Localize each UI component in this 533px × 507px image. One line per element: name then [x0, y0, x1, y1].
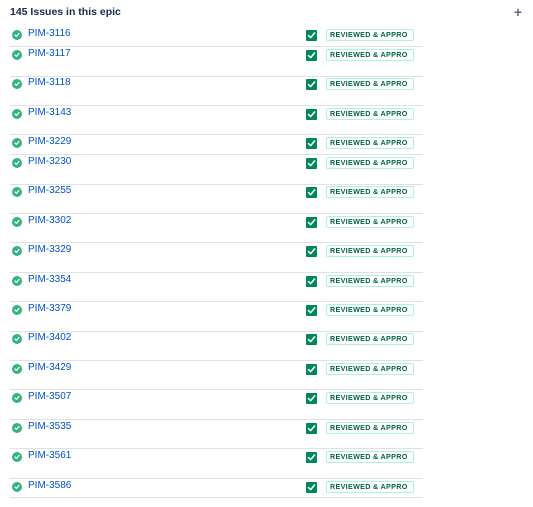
checkbox-checked-icon[interactable] [306, 109, 317, 120]
issue-row[interactable]: PIM-3507 REVIEWED & APPRO [0, 390, 533, 410]
status-lozenge[interactable]: REVIEWED & APPRO [326, 29, 414, 41]
status-lozenge[interactable]: REVIEWED & APPRO [326, 186, 414, 198]
check-circle-icon [12, 393, 22, 403]
issue-key-link[interactable]: PIM-3379 [28, 303, 71, 314]
issue-key-link[interactable]: PIM-3402 [28, 332, 71, 343]
checkbox-checked-icon[interactable] [306, 30, 317, 41]
issue-key-link[interactable]: PIM-3302 [28, 215, 71, 226]
issue-key-link[interactable]: PIM-3255 [28, 185, 71, 196]
issue-row[interactable]: PIM-3302 REVIEWED & APPRO [0, 214, 533, 234]
checkbox-checked-icon[interactable] [306, 79, 317, 90]
check-circle-icon [12, 364, 22, 374]
check-circle-icon [12, 138, 22, 148]
status-lozenge[interactable]: REVIEWED & APPRO [326, 304, 414, 316]
epic-issues-title: 145 Issues in this epic [10, 6, 121, 18]
issue-row[interactable]: PIM-3255 REVIEWED & APPRO [0, 184, 533, 204]
check-circle-icon [12, 217, 22, 227]
issue-key-link[interactable]: PIM-3507 [28, 391, 71, 402]
checkbox-checked-icon[interactable] [306, 276, 317, 287]
check-circle-icon [12, 30, 22, 40]
issue-key-link[interactable]: PIM-3230 [28, 156, 71, 167]
issue-row[interactable]: PIM-3402 REVIEWED & APPRO [0, 331, 533, 351]
checkbox-checked-icon[interactable] [306, 305, 317, 316]
issue-key-link[interactable]: PIM-3586 [28, 480, 71, 491]
issue-row[interactable]: PIM-3117 REVIEWED & APPRO [0, 47, 533, 67]
issue-key-link[interactable]: PIM-3229 [28, 136, 71, 147]
issue-row[interactable]: PIM-3229 REVIEWED & APPRO [0, 135, 533, 155]
check-circle-icon [12, 158, 22, 168]
status-lozenge[interactable]: REVIEWED & APPRO [326, 333, 414, 345]
issue-row[interactable]: PIM-3116 REVIEWED & APPRO [0, 27, 533, 47]
checkbox-checked-icon[interactable] [306, 423, 317, 434]
epic-issues-header: 145 Issues in this epic + [10, 5, 525, 20]
checkbox-checked-icon[interactable] [306, 217, 317, 228]
issue-row[interactable]: PIM-3561 REVIEWED & APPRO [0, 449, 533, 469]
checkbox-checked-icon[interactable] [306, 393, 317, 404]
check-circle-icon [12, 423, 22, 433]
issue-row[interactable]: PIM-3379 REVIEWED & APPRO [0, 302, 533, 322]
status-lozenge[interactable]: REVIEWED & APPRO [326, 275, 414, 287]
check-circle-icon [12, 305, 22, 315]
status-lozenge[interactable]: REVIEWED & APPRO [326, 49, 414, 61]
status-lozenge[interactable]: REVIEWED & APPRO [326, 157, 414, 169]
status-lozenge[interactable]: REVIEWED & APPRO [326, 137, 414, 149]
status-lozenge[interactable]: REVIEWED & APPRO [326, 78, 414, 90]
issue-key-link[interactable]: PIM-3429 [28, 362, 71, 373]
check-circle-icon [12, 452, 22, 462]
check-circle-icon [12, 334, 22, 344]
issue-key-link[interactable]: PIM-3116 [28, 28, 71, 39]
issue-row[interactable]: PIM-3329 REVIEWED & APPRO [0, 243, 533, 263]
status-lozenge[interactable]: REVIEWED & APPRO [326, 363, 414, 375]
row-divider [10, 497, 423, 498]
issue-row[interactable]: PIM-3535 REVIEWED & APPRO [0, 420, 533, 440]
status-lozenge[interactable]: REVIEWED & APPRO [326, 392, 414, 404]
checkbox-checked-icon[interactable] [306, 50, 317, 61]
issue-key-link[interactable]: PIM-3561 [28, 450, 71, 461]
checkbox-checked-icon[interactable] [306, 158, 317, 169]
issue-row[interactable]: PIM-3230 REVIEWED & APPRO [0, 155, 533, 175]
issue-key-link[interactable]: PIM-3329 [28, 244, 71, 255]
issue-key-link[interactable]: PIM-3535 [28, 421, 71, 432]
issue-key-link[interactable]: PIM-3117 [28, 48, 71, 59]
check-circle-icon [12, 276, 22, 286]
status-lozenge[interactable]: REVIEWED & APPRO [326, 451, 414, 463]
checkbox-checked-icon[interactable] [306, 364, 317, 375]
check-circle-icon [12, 109, 22, 119]
issue-row[interactable]: PIM-3586 REVIEWED & APPRO [0, 479, 533, 499]
status-lozenge[interactable]: REVIEWED & APPRO [326, 245, 414, 257]
issue-row[interactable]: PIM-3143 REVIEWED & APPRO [0, 106, 533, 126]
checkbox-checked-icon[interactable] [306, 187, 317, 198]
issue-row[interactable]: PIM-3429 REVIEWED & APPRO [0, 361, 533, 381]
checkbox-checked-icon[interactable] [306, 482, 317, 493]
check-circle-icon [12, 482, 22, 492]
checkbox-checked-icon[interactable] [306, 334, 317, 345]
check-circle-icon [12, 79, 22, 89]
issue-key-link[interactable]: PIM-3118 [28, 77, 71, 88]
issue-row[interactable]: PIM-3118 REVIEWED & APPRO [0, 76, 533, 96]
status-lozenge[interactable]: REVIEWED & APPRO [326, 108, 414, 120]
status-lozenge[interactable]: REVIEWED & APPRO [326, 422, 414, 434]
checkbox-checked-icon[interactable] [306, 452, 317, 463]
status-lozenge[interactable]: REVIEWED & APPRO [326, 481, 414, 493]
checkbox-checked-icon[interactable] [306, 246, 317, 257]
check-circle-icon [12, 50, 22, 60]
issue-key-link[interactable]: PIM-3354 [28, 274, 71, 285]
checkbox-checked-icon[interactable] [306, 138, 317, 149]
plus-icon[interactable]: + [511, 5, 525, 19]
issue-row[interactable]: PIM-3354 REVIEWED & APPRO [0, 273, 533, 293]
check-circle-icon [12, 187, 22, 197]
issue-key-link[interactable]: PIM-3143 [28, 107, 71, 118]
status-lozenge[interactable]: REVIEWED & APPRO [326, 216, 414, 228]
check-circle-icon [12, 246, 22, 256]
